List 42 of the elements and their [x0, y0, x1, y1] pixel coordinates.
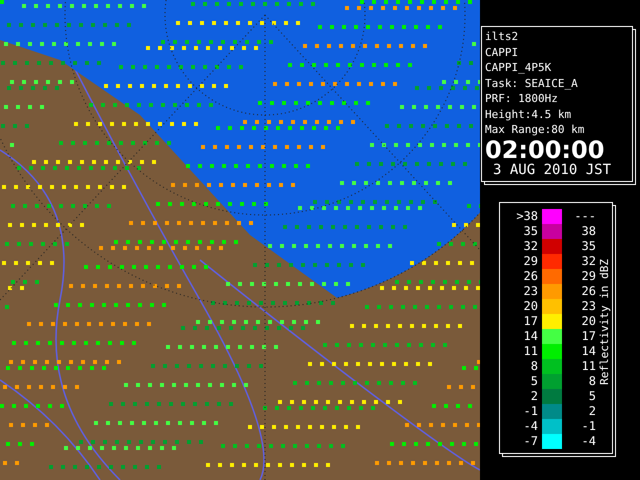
legend-label: -7 — [522, 434, 539, 448]
info-text: PRF: 1800Hz — [485, 91, 559, 106]
legend-label: 26 — [580, 284, 596, 298]
info-text: Max Range:80 km — [485, 122, 586, 138]
legend-label: -1 — [522, 404, 539, 418]
legend-label: 8 — [588, 374, 596, 388]
legend-label: 26 — [522, 269, 539, 283]
legend-label: 2 — [530, 389, 539, 403]
legend-label: 20 — [580, 314, 596, 328]
legend-label: 14 — [580, 344, 596, 358]
legend-label: 32 — [580, 254, 596, 268]
legend-label: 8 — [530, 359, 539, 373]
legend-label: 35 — [522, 224, 539, 238]
legend-label: 2 — [588, 404, 596, 418]
info-text: CAPPI_4P5K — [485, 60, 552, 76]
legend-label: >38 — [515, 209, 539, 223]
legend-label: 11 — [580, 359, 596, 373]
legend-label: 5 — [588, 389, 596, 403]
legend-label: 35 — [580, 239, 596, 253]
info-text: ilts2 — [485, 29, 520, 44]
legend-label: -4 — [522, 419, 539, 433]
legend-label: 11 — [522, 344, 539, 358]
legend-label: 29 — [522, 254, 539, 268]
legend-label: 32 — [522, 239, 539, 253]
legend-label: 23 — [580, 299, 596, 313]
legend-title: Reflectivity in dBZ — [598, 258, 611, 384]
legend-label: 14 — [522, 329, 539, 343]
legend-label: --- — [573, 209, 596, 223]
legend-label: -1 — [580, 419, 596, 433]
legend-label: 20 — [522, 299, 539, 313]
legend-label: -4 — [580, 434, 596, 448]
legend-label: 23 — [522, 284, 539, 298]
legend-label: 5 — [530, 374, 539, 388]
info-text: CAPPI — [485, 44, 520, 60]
time-text: 02:00:00 — [485, 138, 606, 162]
date-text: 3 AUG 2010 JST — [492, 162, 612, 178]
legend-label: 17 — [522, 314, 539, 328]
legend-label: 17 — [580, 329, 596, 343]
legend-label: 38 — [580, 224, 596, 238]
info-text: Height:4.5 km — [485, 106, 572, 122]
info-text: Task: SEAICE_A — [485, 76, 579, 91]
legend-label: 29 — [580, 269, 596, 283]
